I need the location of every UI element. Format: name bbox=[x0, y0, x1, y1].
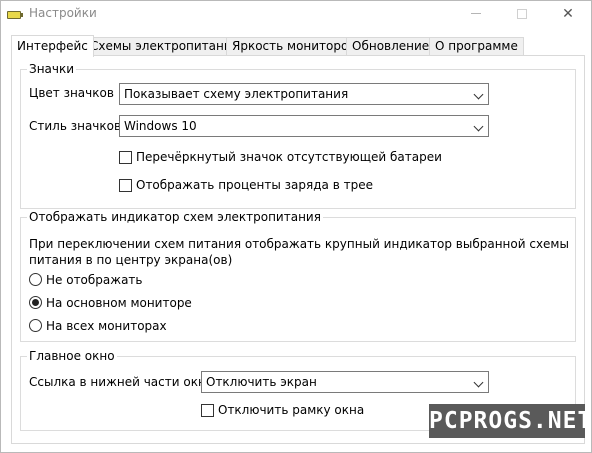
indicator-description: При переключении схем питания отображать… bbox=[29, 237, 569, 267]
settings-window: Настройки ✕ Интерфейс Схемы электропитан… bbox=[0, 0, 592, 453]
icon-color-value: Показывает схему электропитания bbox=[124, 87, 349, 101]
chevron-down-icon bbox=[473, 121, 484, 132]
maximize-icon bbox=[517, 8, 527, 19]
tab-panel-interface: Значки Цвет значков Показывает схему эле… bbox=[11, 55, 585, 444]
icon-color-label: Цвет значков bbox=[29, 86, 114, 100]
radio-button-selected[interactable] bbox=[29, 296, 42, 309]
radio-no-display-label: Не отображать bbox=[46, 273, 143, 287]
icon-style-label: Стиль значков bbox=[29, 119, 122, 133]
checkbox-box[interactable] bbox=[201, 404, 214, 417]
title-bar[interactable]: Настройки ✕ bbox=[1, 1, 591, 29]
tab-power-schemes[interactable]: Схемы электропитания bbox=[84, 37, 245, 56]
icons-group-title: Значки bbox=[27, 62, 77, 76]
indicator-group-title: Отображать индикатор схем электропитания bbox=[27, 210, 323, 224]
icon-color-select[interactable]: Показывает схему электропитания bbox=[119, 83, 489, 105]
checkbox-box[interactable] bbox=[119, 179, 132, 192]
close-icon: ✕ bbox=[562, 6, 574, 22]
bottom-link-label: Ссылка в нижней части окна bbox=[29, 375, 214, 389]
window-title: Настройки bbox=[29, 6, 97, 20]
show-percent-tray-label: Отображать проценты заряда в трее bbox=[136, 178, 373, 192]
watermark-logo: PCPROGS.NET bbox=[429, 404, 591, 438]
disable-frame-label: Отключить рамку окна bbox=[218, 403, 365, 417]
chevron-down-icon bbox=[473, 89, 484, 100]
chevron-down-icon bbox=[473, 377, 484, 388]
checkbox-box[interactable] bbox=[119, 151, 132, 164]
icon-style-value: Windows 10 bbox=[124, 119, 197, 133]
tab-interface[interactable]: Интерфейс bbox=[11, 35, 94, 57]
bottom-link-select[interactable]: Отключить экран bbox=[201, 371, 489, 393]
close-button[interactable]: ✕ bbox=[545, 1, 591, 29]
battery-icon bbox=[7, 11, 23, 19]
tab-update[interactable]: Обновление bbox=[346, 37, 436, 56]
radio-button[interactable] bbox=[29, 319, 42, 332]
indicator-group: Отображать индикатор схем электропитания… bbox=[20, 210, 576, 342]
radio-button[interactable] bbox=[29, 273, 42, 286]
strike-missing-battery-label: Перечёркнутый значок отсутствующей батар… bbox=[136, 150, 442, 164]
minimize-button[interactable] bbox=[453, 1, 499, 29]
bottom-link-value: Отключить экран bbox=[206, 375, 317, 389]
tab-about[interactable]: О программе bbox=[429, 37, 524, 56]
minimize-icon bbox=[471, 13, 481, 14]
main-window-group-title: Главное окно bbox=[27, 349, 117, 363]
maximize-button[interactable] bbox=[499, 1, 545, 29]
tab-monitor-brightness[interactable]: Яркость мониторов bbox=[226, 37, 362, 56]
icons-group: Значки Цвет значков Показывает схему эле… bbox=[20, 62, 576, 209]
icon-style-select[interactable]: Windows 10 bbox=[119, 115, 489, 137]
radio-all-monitors-label: На всех мониторах bbox=[46, 319, 167, 333]
radio-main-monitor-label: На основном мониторе bbox=[46, 296, 192, 310]
